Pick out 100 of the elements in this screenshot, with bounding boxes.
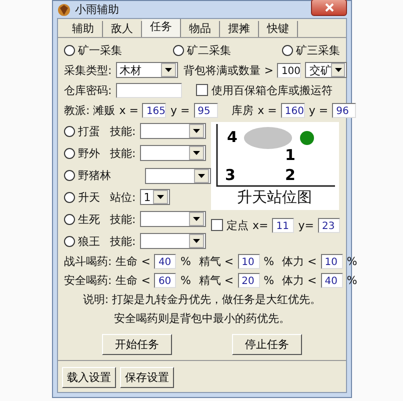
window-title: 小雨辅助 <box>75 2 120 17</box>
radio-button[interactable] <box>64 126 75 136</box>
settings-button[interactable]: 保存设置 <box>120 367 174 388</box>
checkbox[interactable] <box>210 219 223 231</box>
input-field[interactable]: 40 <box>154 254 176 269</box>
radio-button[interactable] <box>64 192 75 202</box>
input-field[interactable]: 20 <box>238 273 260 288</box>
input-field[interactable]: 100 <box>277 62 302 78</box>
caret-icon <box>160 63 176 77</box>
position-number: 1 <box>284 146 295 164</box>
settings-button[interactable]: 载入设置 <box>62 367 116 388</box>
field-label: 技能: <box>110 146 136 160</box>
field-label: 背包将满或数量 > <box>184 62 274 78</box>
input-field[interactable]: 95 <box>194 102 218 118</box>
radio-button[interactable] <box>282 44 293 56</box>
percent-sign: % <box>180 255 191 268</box>
caret-icon <box>188 234 204 248</box>
close-button[interactable] <box>311 0 347 16</box>
input-field[interactable]: 160 <box>280 102 305 118</box>
field-label: 仓库密码: <box>64 82 112 98</box>
y-label: y = <box>308 104 328 116</box>
tab[interactable]: 任务 <box>142 19 181 37</box>
task-button[interactable]: 开始任务 <box>102 334 172 354</box>
radio-button[interactable] <box>64 236 75 246</box>
stat-label: 生命 < <box>116 254 150 269</box>
field-label: 技能: <box>110 212 136 226</box>
radio-button[interactable] <box>64 148 75 158</box>
caret-icon <box>188 124 204 138</box>
dropdown[interactable] <box>140 145 206 161</box>
percent-sign: % <box>180 274 191 287</box>
input-field[interactable]: 60 <box>154 273 176 288</box>
caret-icon <box>194 169 209 183</box>
dropdown[interactable] <box>140 123 206 139</box>
y-label: y = <box>170 104 190 116</box>
input-field[interactable]: 10 <box>320 254 343 269</box>
tab[interactable]: 物品 <box>181 21 220 37</box>
input-field[interactable]: 10 <box>238 254 260 269</box>
potion-label: 战斗喝药: <box>64 254 112 269</box>
task-label: 狼王 <box>78 234 100 248</box>
task-label: 野猪林 <box>78 168 111 182</box>
field-label: 站位: <box>110 190 136 204</box>
dropdown[interactable]: 木材 <box>116 62 178 78</box>
input-field[interactable]: 165 <box>142 102 166 118</box>
x-label: x = <box>119 104 138 116</box>
percent-sign: % <box>346 255 358 268</box>
input-field[interactable]: 11 <box>272 218 294 232</box>
stat-label: 精气 < <box>198 273 234 288</box>
field-label: 采集类型: <box>64 62 112 78</box>
checkbox-label: 使用百保箱仓库或搬运符 <box>212 82 333 98</box>
radio-button[interactable] <box>64 170 75 180</box>
checkbox[interactable] <box>196 84 208 96</box>
input-field[interactable]: 96 <box>332 102 356 118</box>
option-label: 矿二采集 <box>187 42 231 58</box>
dropdown[interactable]: 1 <box>140 189 170 205</box>
stat-label: 生命 < <box>116 273 150 288</box>
input-field[interactable]: 40 <box>320 273 343 288</box>
tab[interactable]: 摆摊 <box>220 21 259 37</box>
dropdown[interactable] <box>144 168 211 184</box>
field-label: 技能: <box>110 124 136 138</box>
percent-sign: % <box>346 274 358 287</box>
input-field[interactable]: 23 <box>318 218 340 232</box>
field-label: 技能: <box>110 234 136 248</box>
note-text: 说明: 打架是九转金丹优先，做任务是大红优先。 <box>82 292 322 307</box>
tab[interactable]: 快键 <box>259 21 298 37</box>
percent-sign: % <box>264 255 274 268</box>
option-label: 矿三采集 <box>296 42 340 58</box>
dropdown[interactable]: 交矿 <box>305 62 348 78</box>
dot-shape <box>300 131 314 145</box>
option-label: 矿一采集 <box>78 42 122 58</box>
note-text: 安全喝药则是背包中最小的药优先。 <box>114 311 290 326</box>
password-field[interactable] <box>116 82 182 98</box>
position-number: 2 <box>284 166 295 184</box>
close-icon <box>324 3 334 12</box>
stat-label: 体力 < <box>282 273 317 288</box>
radio-button[interactable] <box>64 44 75 56</box>
coordinate-label: 教派: 滩贩 <box>64 102 116 118</box>
ellipse-shape <box>244 127 292 149</box>
task-label: 野外 <box>78 146 100 160</box>
caret-icon <box>188 212 204 226</box>
dropdown[interactable] <box>140 233 206 249</box>
task-button[interactable]: 停止任务 <box>232 334 302 354</box>
stat-label: 体力 < <box>282 254 317 269</box>
position-number: 3 <box>224 166 235 184</box>
radio-button[interactable] <box>64 214 75 224</box>
percent-sign: % <box>264 274 274 287</box>
y-label: y= <box>298 218 314 232</box>
radio-button[interactable] <box>173 44 184 56</box>
dropdown[interactable] <box>140 211 206 227</box>
tab[interactable]: 辅助 <box>64 21 103 37</box>
position-number: 4 <box>226 128 237 146</box>
app-icon <box>57 2 71 16</box>
coordinate-label: 库房 <box>232 102 254 118</box>
task-label: 生死 <box>78 212 100 226</box>
caret-icon <box>152 190 168 204</box>
potion-label: 安全喝药: <box>64 273 112 288</box>
stat-label: 精气 < <box>198 254 234 269</box>
x-label: x= <box>252 218 268 232</box>
checkbox-label: 定点 <box>226 218 249 232</box>
diagram-title: 升天站位图 <box>237 188 312 207</box>
x-label: x = <box>258 104 277 116</box>
